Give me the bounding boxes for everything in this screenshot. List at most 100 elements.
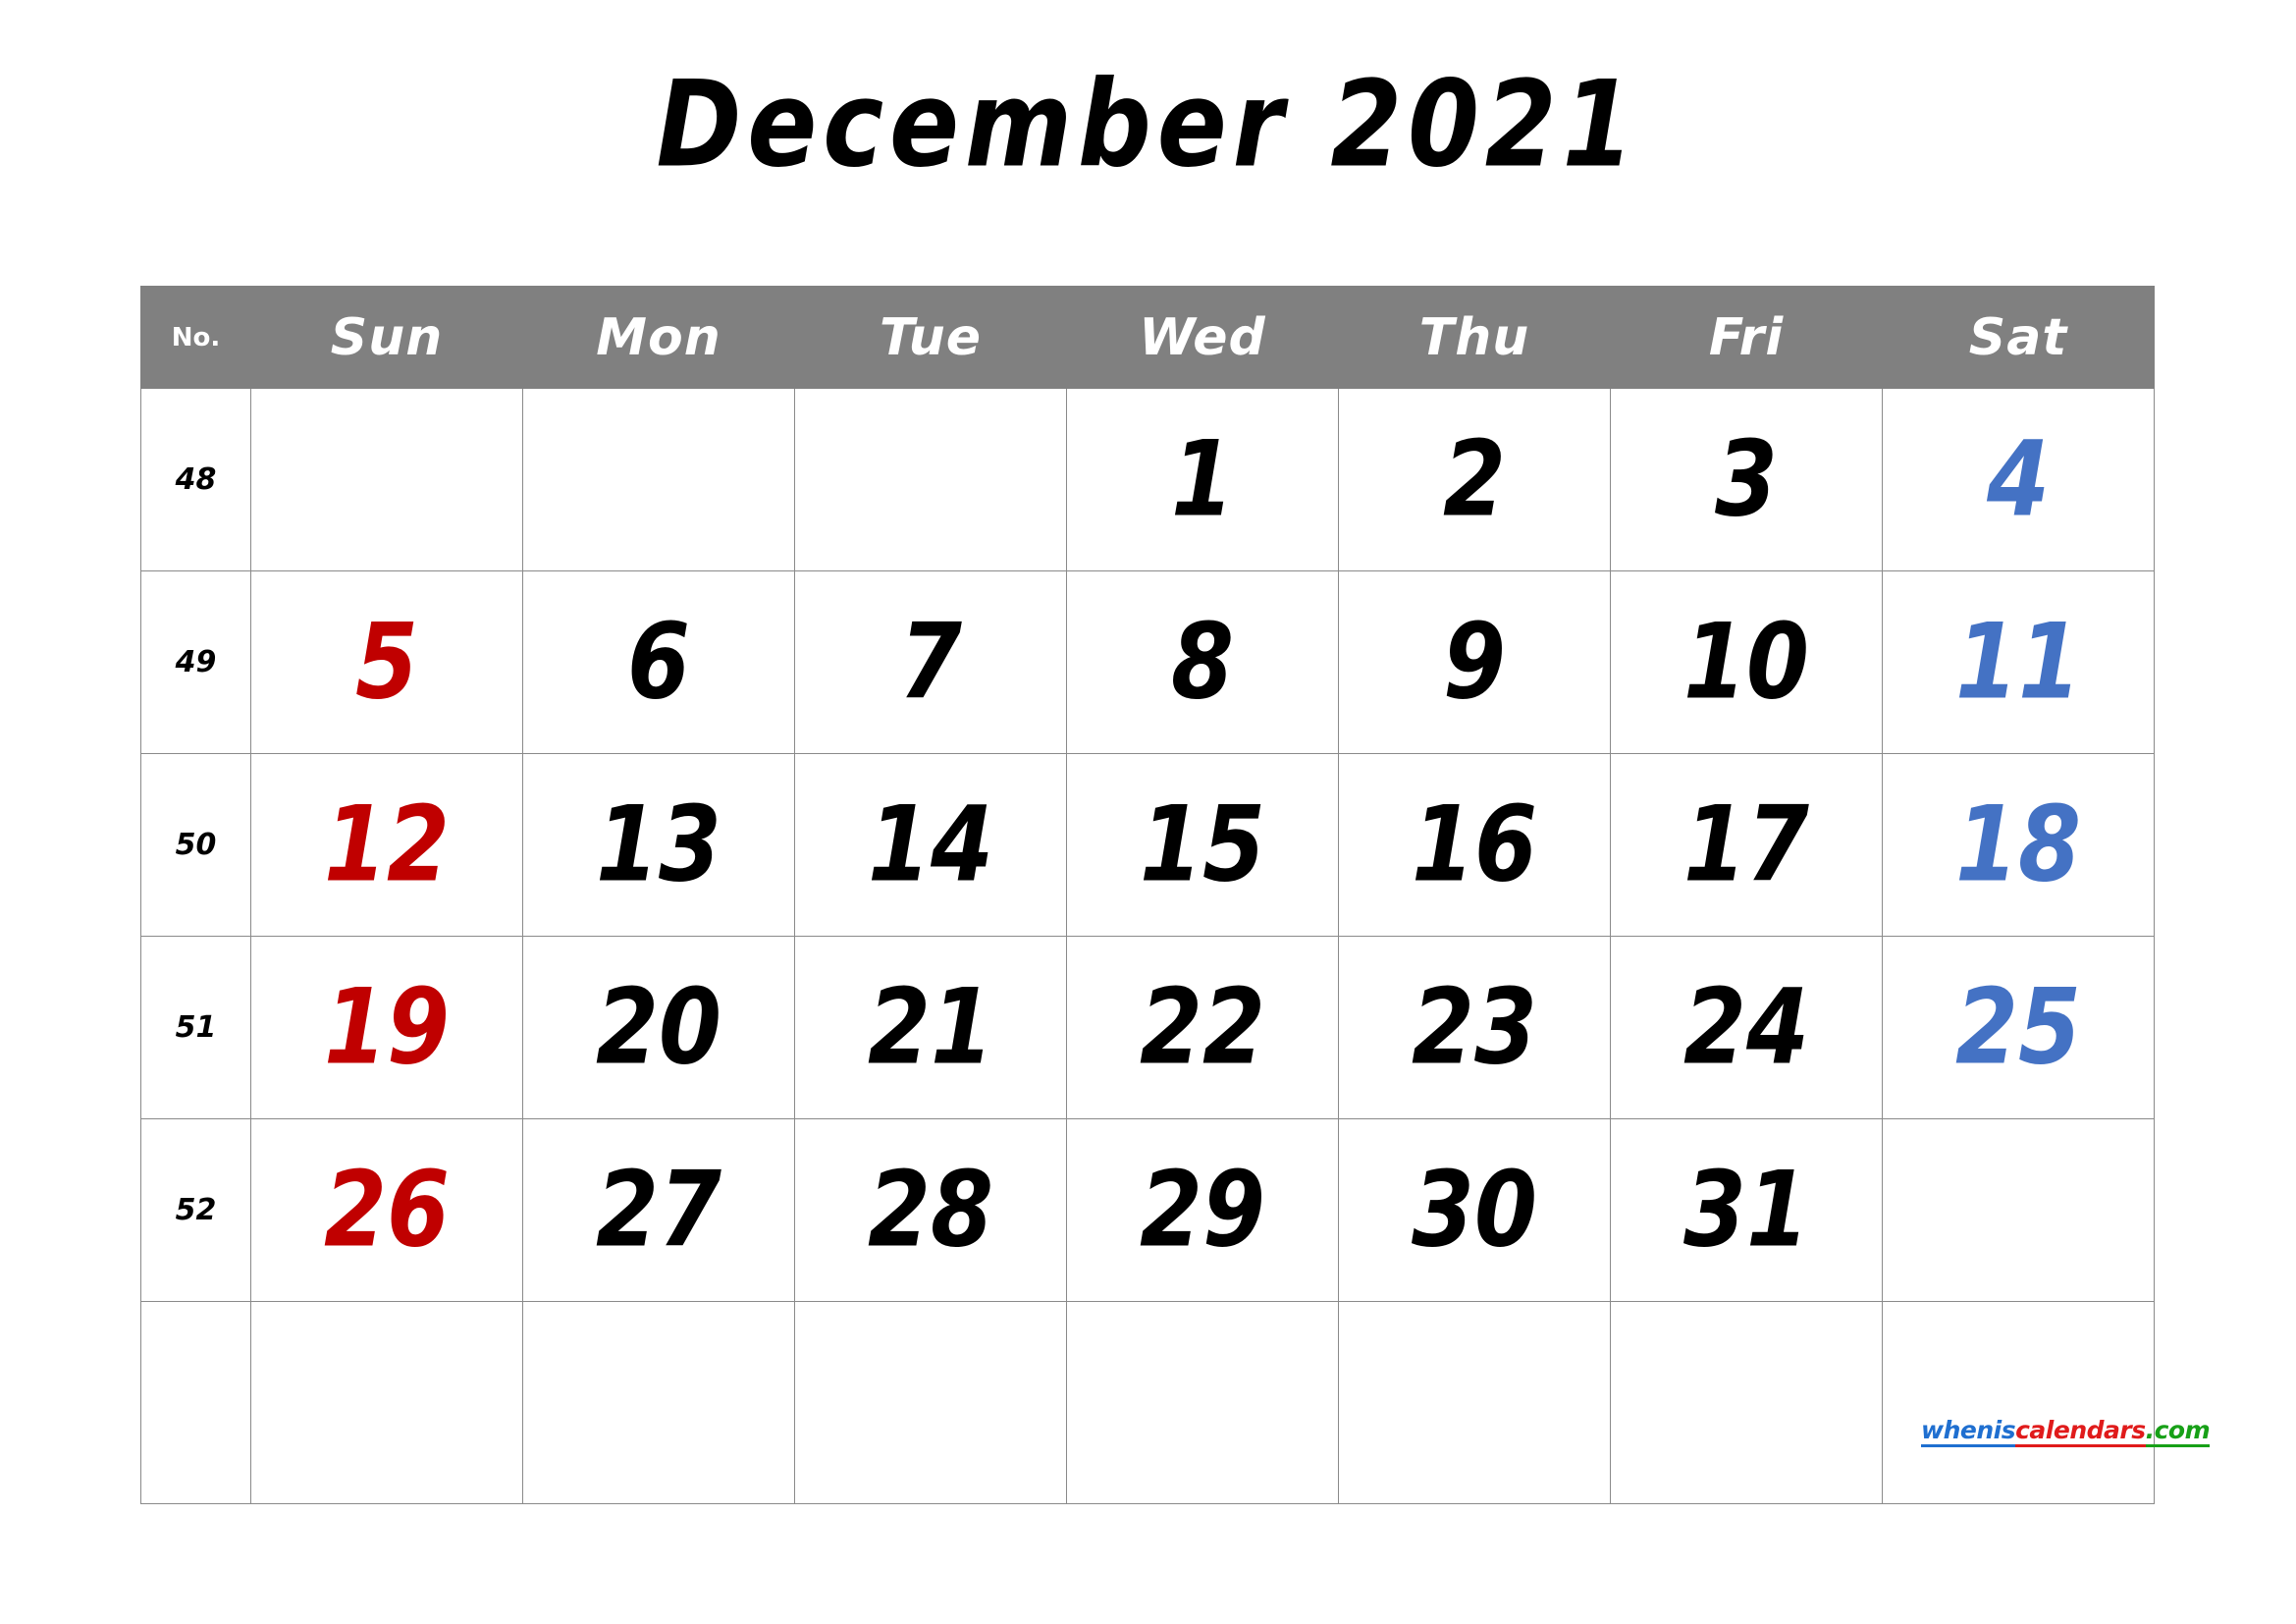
- day-number: 21: [867, 966, 994, 1088]
- day-number: 1: [1170, 418, 1234, 540]
- day-header-wed: Wed: [1066, 286, 1339, 389]
- day-cell-empty: [1338, 1301, 1611, 1504]
- day-cell[interactable]: 27: [522, 1118, 795, 1302]
- day-cell-empty: [1882, 1301, 2155, 1504]
- day-number: 10: [1682, 601, 1810, 723]
- day-cell-empty: [250, 1301, 523, 1504]
- calendar-week-row: 51 19 20 21 22 23 24 25: [140, 936, 2155, 1119]
- day-number: 18: [1954, 784, 2082, 905]
- day-cell[interactable]: 7: [794, 570, 1067, 754]
- week-number-cell: 51: [140, 936, 251, 1119]
- day-number: 6: [626, 601, 690, 723]
- day-cell[interactable]: 31: [1610, 1118, 1883, 1302]
- day-cell[interactable]: 10: [1610, 570, 1883, 754]
- day-number: 5: [354, 601, 418, 723]
- watermark-part-whenis: whenis: [1921, 1418, 2016, 1447]
- day-cell[interactable]: 1: [1066, 388, 1339, 571]
- week-number-cell: [140, 1301, 251, 1504]
- page-title: December 2021: [656, 56, 1640, 194]
- day-cell[interactable]: 3: [1610, 388, 1883, 571]
- day-number: 11: [1954, 601, 2082, 723]
- week-number-cell: 48: [140, 388, 251, 571]
- day-header-mon: Mon: [522, 286, 795, 389]
- day-cell[interactable]: 15: [1066, 753, 1339, 937]
- day-cell[interactable]: 8: [1066, 570, 1339, 754]
- day-cell-empty: [794, 388, 1067, 571]
- calendar-week-row: 50 12 13 14 15 16 17 18: [140, 753, 2155, 937]
- day-cell-empty: [250, 388, 523, 571]
- day-cell[interactable]: 9: [1338, 570, 1611, 754]
- day-number: 30: [1411, 1149, 1538, 1271]
- day-header-sat: Sat: [1882, 286, 2155, 389]
- day-cell[interactable]: 30: [1338, 1118, 1611, 1302]
- day-cell[interactable]: 5: [250, 570, 523, 754]
- day-cell[interactable]: 16: [1338, 753, 1611, 937]
- day-header-fri: Fri: [1610, 286, 1883, 389]
- calendar-week-row: 52 26 27 28 29 30 31: [140, 1118, 2155, 1302]
- day-cell[interactable]: 19: [250, 936, 523, 1119]
- day-cell[interactable]: 21: [794, 936, 1067, 1119]
- day-number: 8: [1170, 601, 1234, 723]
- day-number: 31: [1682, 1149, 1810, 1271]
- day-number: 7: [898, 601, 962, 723]
- page-title-container: December 2021: [0, 63, 2296, 188]
- day-cell-empty: [1066, 1301, 1339, 1504]
- watermark-part-com: .com: [2145, 1418, 2211, 1447]
- day-cell-empty: [1882, 1118, 2155, 1302]
- day-number: 3: [1714, 418, 1778, 540]
- day-number: 12: [323, 784, 451, 905]
- site-watermark[interactable]: wheniscalendars.com: [1921, 1418, 2211, 1447]
- day-number: 9: [1442, 601, 1506, 723]
- day-cell[interactable]: 28: [794, 1118, 1067, 1302]
- day-cell[interactable]: 2: [1338, 388, 1611, 571]
- day-number: 13: [595, 784, 722, 905]
- day-number: 16: [1411, 784, 1538, 905]
- calendar-body: 48 1 2 3 4 49 5 6 7 8 9 10 11 50 12 13 14 15 16 17 18 51 19 20 2…: [140, 388, 2155, 1504]
- week-number-cell: 50: [140, 753, 251, 937]
- day-cell[interactable]: 25: [1882, 936, 2155, 1119]
- day-cell[interactable]: 24: [1610, 936, 1883, 1119]
- day-number: 22: [1139, 966, 1266, 1088]
- day-cell-empty: [522, 388, 795, 571]
- day-number: 14: [867, 784, 994, 905]
- calendar-week-row: [140, 1301, 2155, 1504]
- day-cell[interactable]: 4: [1882, 388, 2155, 571]
- calendar-page: December 2021 No. Sun Mon Tue Wed Thu Fr…: [0, 0, 2296, 1624]
- week-number-cell: 49: [140, 570, 251, 754]
- day-cell[interactable]: 20: [522, 936, 795, 1119]
- day-number: 20: [595, 966, 722, 1088]
- day-cell[interactable]: 29: [1066, 1118, 1339, 1302]
- day-cell[interactable]: 12: [250, 753, 523, 937]
- week-number-column-header: No.: [140, 286, 251, 389]
- day-number: 15: [1139, 784, 1266, 905]
- day-number: 25: [1954, 966, 2082, 1088]
- day-cell[interactable]: 22: [1066, 936, 1339, 1119]
- day-cell[interactable]: 26: [250, 1118, 523, 1302]
- day-header-tue: Tue: [794, 286, 1067, 389]
- day-cell[interactable]: 18: [1882, 753, 2155, 937]
- week-number-cell: 52: [140, 1118, 251, 1302]
- day-cell[interactable]: 23: [1338, 936, 1611, 1119]
- day-number: 24: [1682, 966, 1810, 1088]
- day-number: 17: [1682, 784, 1810, 905]
- watermark-part-calendars: calendars: [2015, 1418, 2146, 1447]
- day-number: 4: [1986, 418, 2050, 540]
- day-cell[interactable]: 11: [1882, 570, 2155, 754]
- calendar-week-row: 48 1 2 3 4: [140, 388, 2155, 571]
- calendar-week-row: 49 5 6 7 8 9 10 11: [140, 570, 2155, 754]
- calendar-grid: No. Sun Mon Tue Wed Thu Fri Sat 48 1 2 3 4 49…: [140, 286, 2155, 1504]
- day-number: 26: [323, 1149, 451, 1271]
- day-cell[interactable]: 17: [1610, 753, 1883, 937]
- day-number: 19: [323, 966, 451, 1088]
- day-cell-empty: [522, 1301, 795, 1504]
- day-number: 29: [1139, 1149, 1266, 1271]
- day-cell-empty: [1610, 1301, 1883, 1504]
- day-header-sun: Sun: [250, 286, 523, 389]
- day-cell[interactable]: 6: [522, 570, 795, 754]
- day-cell[interactable]: 14: [794, 753, 1067, 937]
- day-header-thu: Thu: [1338, 286, 1611, 389]
- day-number: 2: [1442, 418, 1506, 540]
- calendar-header-row: No. Sun Mon Tue Wed Thu Fri Sat: [140, 286, 2155, 389]
- day-cell-empty: [794, 1301, 1067, 1504]
- day-cell[interactable]: 13: [522, 753, 795, 937]
